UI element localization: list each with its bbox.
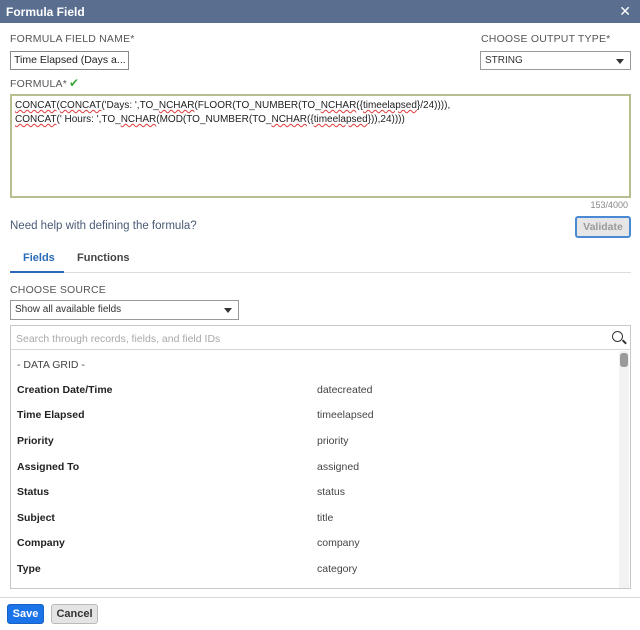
formula-label: FORMULA*: [10, 78, 68, 90]
field-row[interactable]: Subject title: [17, 512, 617, 528]
field-name: Assigned To: [17, 461, 80, 473]
formula-line-2: CONCAT(' Hours: ',TO_NCHAR(MOD(TO_NUMBER…: [15, 114, 405, 125]
field-id: company: [317, 537, 360, 549]
save-button[interactable]: Save: [7, 604, 44, 624]
search-placeholder: Search through records, fields, and fiel…: [16, 333, 221, 345]
formula-name-label: FORMULA FIELD NAME*: [10, 33, 135, 45]
field-id: category: [317, 563, 358, 575]
choose-source-label: CHOOSE SOURCE: [10, 284, 106, 296]
field-name: Subject: [17, 512, 55, 524]
output-type-select[interactable]: STRING: [480, 51, 631, 70]
char-count: 153/4000: [590, 200, 628, 210]
field-row[interactable]: Creation Date/Time datecreated: [17, 384, 617, 400]
fields-panel: Search through records, fields, and fiel…: [10, 325, 631, 589]
search-icon[interactable]: [612, 331, 623, 342]
check-icon: ✔: [69, 76, 80, 90]
group-header: - DATA GRID -: [17, 359, 85, 371]
cancel-button[interactable]: Cancel: [51, 604, 98, 624]
field-row[interactable]: Type category: [17, 563, 617, 579]
footer-divider: [0, 597, 640, 598]
scrollbar-thumb[interactable]: [620, 353, 628, 367]
field-name: Type: [17, 563, 41, 575]
field-id: timeelapsed: [317, 409, 374, 421]
field-name: Priority: [17, 435, 54, 447]
field-id: priority: [317, 435, 349, 447]
validate-button[interactable]: Validate: [575, 216, 631, 238]
output-type-label: CHOOSE OUTPUT TYPE*: [481, 33, 611, 45]
formula-help-link[interactable]: Need help with defining the formula?: [10, 220, 197, 232]
source-value: Show all available fields: [15, 304, 122, 315]
output-type-value: STRING: [485, 55, 523, 66]
field-name: Creation Date/Time: [17, 384, 113, 396]
field-row[interactable]: Time Elapsed timeelapsed: [17, 409, 617, 425]
tab-divider: [10, 272, 631, 273]
formula-line-1: CONCAT(CONCAT('Days: ',TO_NCHAR(FLOOR(TO…: [15, 100, 451, 111]
field-row[interactable]: Priority priority: [17, 435, 617, 451]
field-row[interactable]: Assigned To assigned: [17, 461, 617, 477]
field-name: Time Elapsed: [17, 409, 85, 421]
field-name: Company: [17, 537, 65, 549]
dialog-titlebar: Formula Field ✕: [0, 0, 640, 23]
field-id: status: [317, 486, 346, 498]
formula-name-input[interactable]: Time Elapsed (Days a...: [10, 51, 129, 70]
field-search-input[interactable]: Search through records, fields, and fiel…: [11, 326, 630, 350]
field-name: Status: [17, 486, 50, 498]
scrollbar[interactable]: [619, 351, 629, 588]
source-select[interactable]: Show all available fields: [10, 300, 239, 320]
field-id: title: [317, 512, 334, 524]
chevron-down-icon: [224, 308, 232, 313]
formula-label-row: FORMULA* ✔: [10, 76, 79, 90]
field-row[interactable]: Company company: [17, 537, 617, 553]
dialog-title: Formula Field: [6, 5, 85, 19]
field-id: datecreated: [317, 384, 373, 396]
close-icon[interactable]: ✕: [619, 3, 631, 19]
formula-editor[interactable]: CONCAT(CONCAT('Days: ',TO_NCHAR(FLOOR(TO…: [10, 94, 631, 198]
field-row[interactable]: Status status: [17, 486, 617, 502]
chevron-down-icon: [616, 59, 624, 64]
active-tab-indicator: [10, 271, 64, 273]
field-id: assigned: [317, 461, 360, 473]
tab-fields[interactable]: Fields: [23, 252, 55, 269]
tab-functions[interactable]: Functions: [77, 252, 130, 269]
